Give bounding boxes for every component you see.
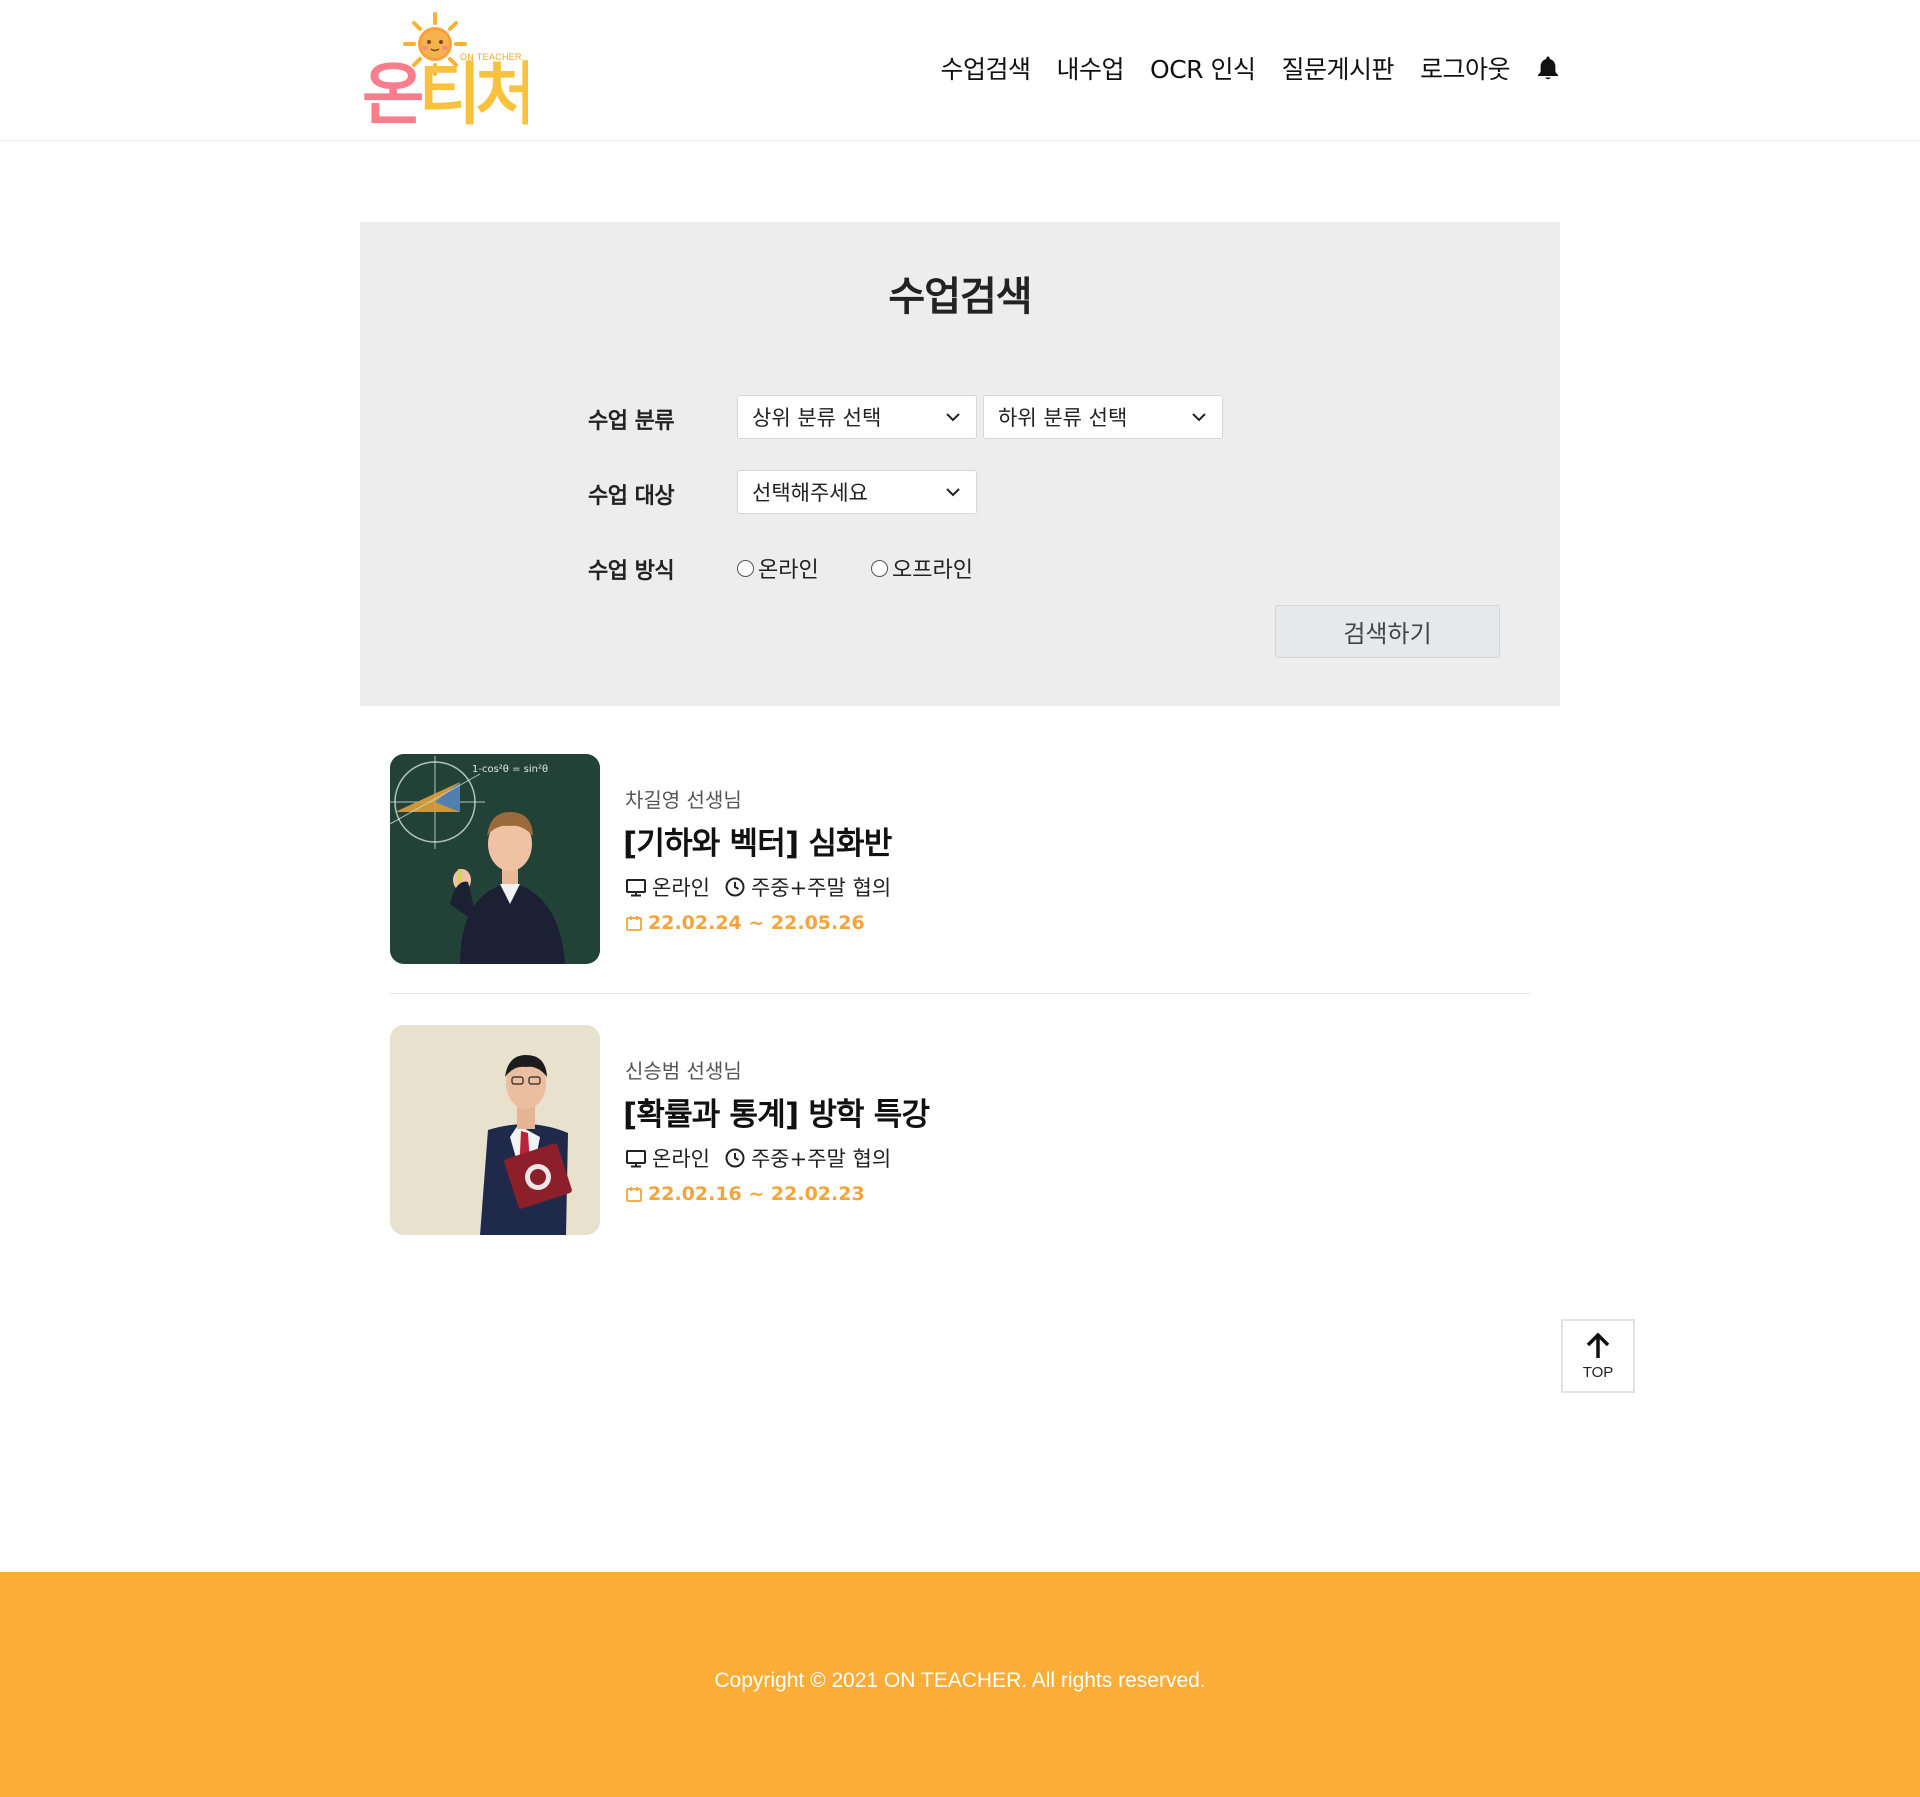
upper-category-value: 상위 분류 선택 — [752, 406, 882, 430]
course-schedule: 주중+주말 협의 — [750, 1147, 892, 1171]
chevron-down-icon — [946, 488, 960, 497]
scroll-top-label: TOP — [1582, 1363, 1614, 1381]
monitor-icon — [625, 876, 647, 898]
target-value: 선택해주세요 — [752, 481, 868, 505]
calendar-icon — [625, 1185, 643, 1203]
target-select[interactable]: 선택해주세요 — [737, 470, 977, 514]
search-button[interactable]: 검색하기 — [1275, 605, 1500, 658]
chevron-down-icon — [1192, 413, 1206, 422]
nav-question-board[interactable]: 질문게시판 — [1281, 50, 1394, 86]
lower-category-value: 하위 분류 선택 — [998, 406, 1128, 430]
course-date-range: 22.02.16 ~ 22.02.23 — [648, 1183, 865, 1205]
course-card[interactable]: 1-cos²θ = sin²θ 차길영 선생님 [기하와 벡터] 심화반 온라인… — [390, 754, 1530, 964]
course-dates: 22.02.24 ~ 22.05.26 — [625, 912, 865, 934]
scroll-top-button[interactable]: TOP — [1561, 1319, 1635, 1393]
arrow-up-icon — [1586, 1332, 1610, 1358]
course-title[interactable]: [확률과 통계] 방학 특강 — [623, 1089, 930, 1134]
course-title[interactable]: [기하와 벡터] 심화반 — [623, 818, 892, 863]
course-mode: 온라인 — [652, 876, 710, 900]
course-card[interactable]: 신승범 선생님 [확률과 통계] 방학 특강 온라인 주중+주말 협의 22.0… — [390, 1025, 1530, 1235]
course-thumbnail[interactable] — [390, 1025, 600, 1235]
site-footer: Copyright © 2021 ON TEACHER. All rights … — [0, 1572, 1920, 1797]
radio-online-label: 온라인 — [758, 558, 819, 583]
course-meta: 온라인 주중+주말 협의 — [625, 1143, 891, 1173]
calendar-icon — [625, 914, 643, 932]
radio-offline[interactable]: 오프라인 — [871, 552, 973, 584]
radio-circle[interactable] — [737, 559, 754, 577]
lower-category-select[interactable]: 하위 분류 선택 — [983, 395, 1223, 439]
radio-offline-label: 오프라인 — [892, 558, 973, 583]
bell-icon[interactable] — [1536, 54, 1560, 82]
radio-online[interactable]: 온라인 — [737, 552, 819, 584]
svg-text:온티처: 온티처 — [362, 56, 528, 132]
course-date-range: 22.02.24 ~ 22.05.26 — [648, 912, 865, 934]
main-nav: 수업검색 내수업 OCR 인식 질문게시판 로그아웃 — [940, 50, 1560, 86]
course-mode: 온라인 — [652, 1147, 710, 1171]
logo[interactable]: 온티처 ON TEACHER — [360, 6, 530, 132]
search-title: 수업검색 — [888, 274, 1032, 320]
course-schedule: 주중+주말 협의 — [750, 876, 892, 900]
course-thumbnail[interactable]: 1-cos²θ = sin²θ — [390, 754, 600, 964]
teacher-name: 신승범 선생님 — [625, 1059, 742, 1083]
nav-search-classes[interactable]: 수업검색 — [940, 50, 1031, 86]
copyright-text: Copyright © 2021 ON TEACHER. All rights … — [714, 1669, 1206, 1692]
course-dates: 22.02.16 ~ 22.02.23 — [625, 1183, 865, 1205]
teacher-name: 차길영 선생님 — [625, 788, 742, 812]
search-panel: 수업검색 수업 분류 상위 분류 선택 하위 분류 선택 수업 대상 선택해주세… — [360, 222, 1560, 706]
nav-ocr[interactable]: OCR 인식 — [1150, 50, 1256, 86]
upper-category-select[interactable]: 상위 분류 선택 — [737, 395, 977, 439]
monitor-icon — [625, 1147, 647, 1169]
nav-logout[interactable]: 로그아웃 — [1420, 50, 1511, 86]
site-header: 온티처 ON TEACHER 수업검색 내수업 OCR 인식 질문게시판 로그아… — [0, 0, 1920, 141]
course-divider — [390, 993, 1530, 994]
blackboard-formula: 1-cos²θ = sin²θ — [472, 764, 548, 775]
course-meta: 온라인 주중+주말 협의 — [625, 872, 891, 902]
radio-circle[interactable] — [871, 559, 888, 577]
nav-my-classes[interactable]: 내수업 — [1057, 50, 1125, 86]
clock-icon — [724, 1147, 746, 1169]
clock-icon — [724, 876, 746, 898]
chevron-down-icon — [946, 413, 960, 422]
method-label: 수업 방식 — [588, 559, 675, 584]
category-label: 수업 분류 — [588, 409, 675, 434]
target-label: 수업 대상 — [588, 484, 675, 509]
logo-english-text: ON TEACHER — [460, 52, 522, 62]
